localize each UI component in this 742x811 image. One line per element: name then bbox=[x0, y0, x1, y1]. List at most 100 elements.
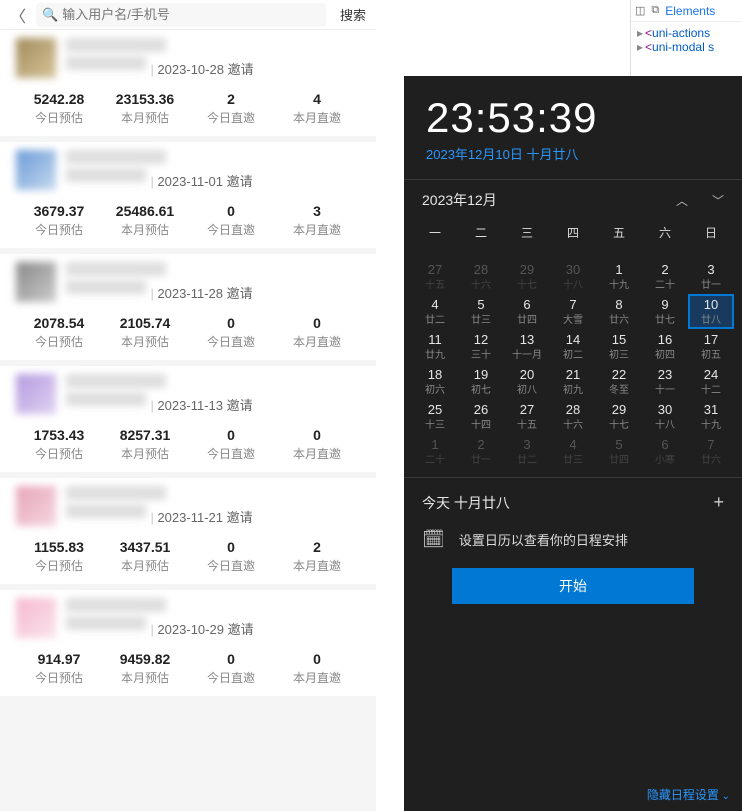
calendar-day[interactable]: 30十八 bbox=[550, 259, 596, 294]
user-list-panel: 〈 🔍 搜索 2023-10-28 邀请5242.28今日预估23153.36本… bbox=[0, 0, 376, 811]
calendar-day[interactable]: 13十一月 bbox=[504, 329, 550, 364]
calendar-day[interactable]: 25十三 bbox=[412, 399, 458, 434]
calendar-day[interactable]: 3廿二 bbox=[504, 434, 550, 469]
search-button[interactable]: 搜索 bbox=[330, 5, 376, 24]
username bbox=[66, 262, 166, 276]
month-label: 2023年12月 bbox=[422, 190, 676, 210]
today-invites: 0 bbox=[188, 315, 274, 331]
calendar-day[interactable]: 6小寒 bbox=[642, 434, 688, 469]
tab-elements[interactable]: Elements bbox=[665, 4, 715, 18]
calendar-day[interactable]: 10廿八 bbox=[688, 294, 734, 329]
date-link[interactable]: 2023年12月10日 十月廿八 bbox=[426, 144, 720, 163]
user-card[interactable]: 2023-11-21 邀请1155.83今日预估3437.51本月预估0今日直邀… bbox=[0, 478, 376, 584]
calendar-day[interactable]: 21初九 bbox=[550, 364, 596, 399]
weekday-header: 五 bbox=[596, 218, 642, 247]
calendar-day[interactable]: 15初三 bbox=[596, 329, 642, 364]
calendar-day[interactable]: 23十一 bbox=[642, 364, 688, 399]
today-invites: 0 bbox=[188, 651, 274, 667]
calendar-day[interactable]: 1二十 bbox=[412, 434, 458, 469]
today-invites: 0 bbox=[188, 427, 274, 443]
calendar-day[interactable]: 27十五 bbox=[412, 259, 458, 294]
phone bbox=[66, 392, 146, 406]
user-card[interactable]: 2023-11-01 邀请3679.37今日预估25486.61本月预估0今日直… bbox=[0, 142, 376, 248]
month-invites: 3 bbox=[274, 203, 360, 219]
calendar-day[interactable]: 11廿九 bbox=[412, 329, 458, 364]
calendar-day[interactable]: 16初四 bbox=[642, 329, 688, 364]
calendar-day[interactable]: 9廿七 bbox=[642, 294, 688, 329]
avatar bbox=[16, 150, 56, 190]
search-icon: 🔍 bbox=[42, 7, 58, 23]
invite-date: 2023-10-28 邀请 bbox=[150, 59, 253, 78]
calendar-day[interactable]: 4廿二 bbox=[412, 294, 458, 329]
calendar-day[interactable]: 27十五 bbox=[504, 399, 550, 434]
devtools-panel: ◫ ⧉ Elements ▸<uni-actions ▸<uni-modal s bbox=[630, 0, 742, 76]
calendar-day[interactable]: 19初七 bbox=[458, 364, 504, 399]
calendar-day[interactable]: 4廿三 bbox=[550, 434, 596, 469]
today-estimate: 3679.37 bbox=[16, 203, 102, 219]
calendar-day[interactable]: 17初五 bbox=[688, 329, 734, 364]
month-estimate: 2105.74 bbox=[102, 315, 188, 331]
weekday-header: 三 bbox=[504, 218, 550, 247]
dom-tree[interactable]: ▸<uni-actions ▸<uni-modal s bbox=[631, 22, 742, 58]
invite-date: 2023-10-29 邀请 bbox=[150, 619, 253, 638]
back-button[interactable]: 〈 bbox=[0, 3, 36, 27]
calendar-day[interactable]: 5廿四 bbox=[596, 434, 642, 469]
calendar-day[interactable]: 26十四 bbox=[458, 399, 504, 434]
user-card[interactable]: 2023-10-28 邀请5242.28今日预估23153.36本月预估2今日直… bbox=[0, 30, 376, 136]
weekday-header: 四 bbox=[550, 218, 596, 247]
username bbox=[66, 374, 166, 388]
phone bbox=[66, 616, 146, 630]
calendar-day[interactable]: 18初六 bbox=[412, 364, 458, 399]
today-estimate: 1155.83 bbox=[16, 539, 102, 555]
hide-agenda-link[interactable]: 隐藏日程设置 bbox=[647, 786, 730, 803]
username bbox=[66, 598, 166, 612]
invite-date: 2023-11-13 邀请 bbox=[150, 395, 252, 414]
user-card[interactable]: 2023-11-13 邀请1753.43今日预估8257.31本月预估0今日直邀… bbox=[0, 366, 376, 472]
calendar-day[interactable]: 1十九 bbox=[596, 259, 642, 294]
phone bbox=[66, 504, 146, 518]
today-invites: 0 bbox=[188, 203, 274, 219]
today-estimate: 5242.28 bbox=[16, 91, 102, 107]
today-estimate: 2078.54 bbox=[16, 315, 102, 331]
search-input[interactable] bbox=[62, 7, 320, 22]
weekday-header: 二 bbox=[458, 218, 504, 247]
start-button[interactable]: 开始 bbox=[452, 568, 694, 604]
device-icon[interactable]: ⧉ bbox=[651, 4, 659, 17]
inspect-icon[interactable]: ◫ bbox=[635, 4, 645, 17]
calendar-day[interactable]: 29十七 bbox=[504, 259, 550, 294]
calendar-day[interactable]: 22冬至 bbox=[596, 364, 642, 399]
prev-month-button[interactable]: ︿ bbox=[676, 192, 688, 209]
month-invites: 0 bbox=[274, 651, 360, 667]
calendar-day[interactable]: 29十七 bbox=[596, 399, 642, 434]
invite-date: 2023-11-28 邀请 bbox=[150, 283, 252, 302]
calendar-day[interactable]: 5廿三 bbox=[458, 294, 504, 329]
calendar-day[interactable]: 24十二 bbox=[688, 364, 734, 399]
add-event-button[interactable]: + bbox=[713, 492, 724, 513]
username bbox=[66, 38, 166, 52]
calendar-day[interactable]: 14初二 bbox=[550, 329, 596, 364]
weekday-header: 日 bbox=[688, 218, 734, 247]
avatar bbox=[16, 598, 56, 638]
user-card[interactable]: 2023-11-28 邀请2078.54今日预估2105.74本月预估0今日直邀… bbox=[0, 254, 376, 360]
next-month-button[interactable]: ﹀ bbox=[712, 192, 724, 209]
calendar-day[interactable]: 8廿六 bbox=[596, 294, 642, 329]
calendar-day[interactable]: 6廿四 bbox=[504, 294, 550, 329]
username bbox=[66, 486, 166, 500]
calendar-day[interactable]: 2二十 bbox=[642, 259, 688, 294]
calendar-day[interactable]: 20初八 bbox=[504, 364, 550, 399]
calendar-day[interactable]: 30十八 bbox=[642, 399, 688, 434]
calendar-day[interactable]: 12三十 bbox=[458, 329, 504, 364]
user-card[interactable]: 2023-10-29 邀请914.97今日预估9459.82本月预估0今日直邀0… bbox=[0, 590, 376, 696]
calendar-day[interactable]: 7大雪 bbox=[550, 294, 596, 329]
calendar-day[interactable]: 28十六 bbox=[550, 399, 596, 434]
calendar-day[interactable]: 2廿一 bbox=[458, 434, 504, 469]
calendar-day[interactable]: 3廿一 bbox=[688, 259, 734, 294]
month-invites: 4 bbox=[274, 91, 360, 107]
weekday-header: 六 bbox=[642, 218, 688, 247]
calendar-day[interactable]: 31十九 bbox=[688, 399, 734, 434]
calendar-day[interactable]: 28十六 bbox=[458, 259, 504, 294]
today-label: 今天 十月廿八 bbox=[422, 493, 510, 513]
today-estimate: 914.97 bbox=[16, 651, 102, 667]
month-invites: 0 bbox=[274, 315, 360, 331]
calendar-day[interactable]: 7廿六 bbox=[688, 434, 734, 469]
